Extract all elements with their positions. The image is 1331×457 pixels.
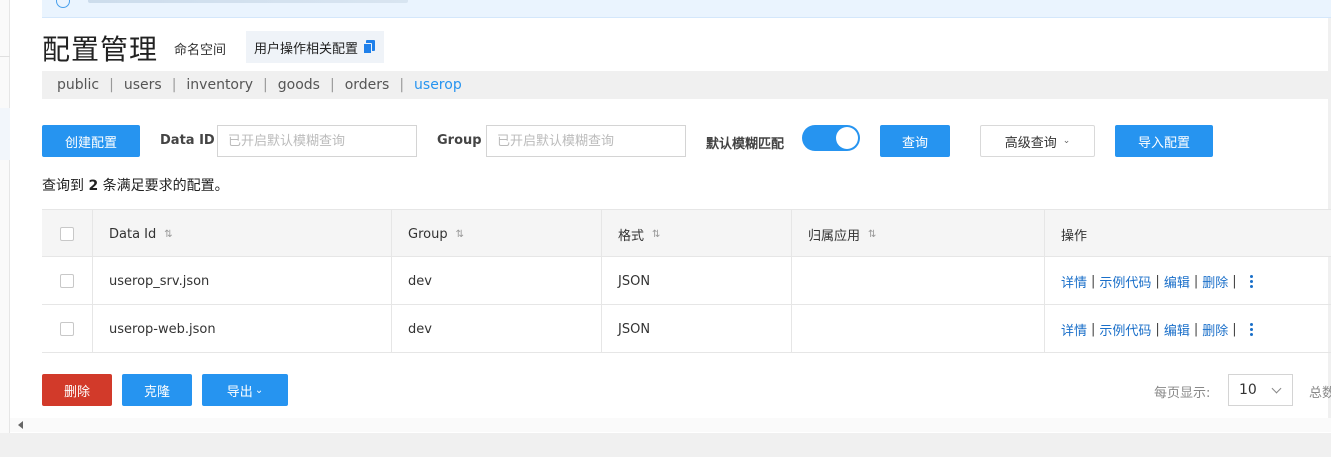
header-data-id[interactable]: Data Id ⇅ [93,210,392,258]
namespace-switcher: public | users | inventory | goods | ord… [42,71,1331,99]
header-label: 操作 [1061,228,1088,244]
more-vertical-icon[interactable] [1249,274,1255,288]
toggle-knob [836,127,858,149]
delete-link[interactable]: 删除 [1202,272,1228,291]
batch-delete-button[interactable]: 删除 [42,374,112,406]
select-all-checkbox[interactable] [60,227,74,241]
info-alert-banner [42,0,1331,18]
cell-actions: 详情 | 示例代码 | 编辑 | 删除 | [1045,305,1331,353]
sidebar-active-item[interactable] [0,108,10,160]
sample-code-link[interactable]: 示例代码 [1099,272,1151,291]
separator: | [329,77,335,93]
row-select-cell [42,305,93,353]
sort-icon[interactable]: ⇅ [456,229,465,240]
table-row: userop_srv.json dev JSON 详情 | 示例代码 | 编辑 | 删… [42,257,1331,305]
group-label: Group [437,133,482,148]
page-size-label: 每页显示: [1154,386,1211,401]
export-button[interactable]: 导出 ⌄ [202,374,288,406]
advanced-query-label: 高级查询 [1004,135,1057,151]
query-button[interactable]: 查询 [880,125,950,157]
export-label: 导出 [226,384,253,400]
cell-data-id: userop-web.json [93,305,392,353]
chevron-down-icon [1271,383,1282,394]
copy-icon[interactable] [363,40,376,54]
header-label: Data Id [109,226,157,242]
advanced-query-button[interactable]: 高级查询 ⌄ [980,125,1095,157]
chevron-down-icon: ⌄ [1062,136,1071,146]
namespace-label: 命名空间 [174,43,227,58]
header-label: 格式 [618,228,645,244]
bottom-band [0,433,1331,457]
create-config-button[interactable]: 创建配置 [42,125,140,157]
namespace-tab-goods[interactable]: goods [278,77,320,93]
sort-icon[interactable]: ⇅ [652,229,661,240]
namespace-tab-inventory[interactable]: inventory [186,77,253,93]
detail-link[interactable]: 详情 [1061,272,1087,291]
total-label: 总数 [1309,386,1331,401]
horizontal-scrollbar[interactable] [10,418,1331,432]
header-app[interactable]: 归属应用 ⇅ [792,210,1045,258]
chevron-down-icon: ⌄ [254,384,264,396]
separator: | [171,77,177,93]
result-count: 2 [88,178,99,194]
separator: | [399,77,405,93]
header-label: Group [408,226,448,242]
separator: | [109,77,114,93]
result-prefix: 查询到 [42,178,84,194]
scroll-left-icon[interactable] [18,421,23,429]
sort-icon[interactable]: ⇅ [868,229,877,240]
clone-button[interactable]: 克隆 [122,374,192,406]
sample-code-link[interactable]: 示例代码 [1099,320,1151,339]
cell-app [792,257,1045,305]
cell-format: JSON [602,257,792,305]
more-vertical-icon[interactable] [1249,322,1255,336]
sidebar-divider [0,56,10,57]
separator: | [263,77,268,93]
cell-group: dev [392,305,602,353]
header-actions: 操作 [1045,210,1331,258]
detail-link[interactable]: 详情 [1061,320,1087,339]
alert-text-cropped [88,0,408,3]
data-id-label: Data ID [160,133,215,148]
sort-icon[interactable]: ⇅ [164,229,173,240]
row-checkbox[interactable] [60,274,74,288]
edit-link[interactable]: 编辑 [1164,272,1190,291]
cell-data-id: userop_srv.json [93,257,392,305]
header-group[interactable]: Group ⇅ [392,210,602,258]
header-label: 归属应用 [808,228,861,244]
cell-app [792,305,1045,353]
import-config-button[interactable]: 导入配置 [1115,125,1213,157]
table-row: userop-web.json dev JSON 详情 | 示例代码 | 编辑 | 删… [42,305,1331,353]
data-id-input[interactable] [217,125,417,157]
namespace-chip: 用户操作相关配置 [246,31,385,63]
namespace-value: 用户操作相关配置 [254,41,359,57]
cell-format: JSON [602,305,792,353]
table-header-row: Data Id ⇅ Group ⇅ 格式 ⇅ 归属应用 ⇅ 操作 [42,209,1331,258]
row-select-cell [42,257,93,305]
result-summary: 查询到 2 条满足要求的配置。 [42,175,229,195]
cell-group: dev [392,257,602,305]
fuzzy-match-toggle[interactable] [802,125,860,151]
header-format[interactable]: 格式 ⇅ [602,210,792,258]
group-input[interactable] [486,125,686,157]
fuzzy-match-label: 默认模糊匹配 [706,137,785,152]
result-suffix: 条满足要求的配置。 [102,178,229,194]
info-icon [56,0,70,8]
row-checkbox[interactable] [60,322,74,336]
namespace-tab-orders[interactable]: orders [345,77,390,93]
page-title: 配置管理 [42,33,159,66]
delete-link[interactable]: 删除 [1202,320,1228,339]
left-sidebar-rail [0,0,10,433]
namespace-tab-public[interactable]: public [57,77,99,93]
page-size-select[interactable]: 10 [1228,374,1293,406]
page-size-value: 10 [1239,382,1257,398]
edit-link[interactable]: 编辑 [1164,320,1190,339]
select-all-cell [42,210,93,258]
namespace-tab-users[interactable]: users [124,77,162,93]
cell-actions: 详情 | 示例代码 | 编辑 | 删除 | [1045,257,1331,305]
namespace-tab-userop[interactable]: userop [414,77,462,93]
